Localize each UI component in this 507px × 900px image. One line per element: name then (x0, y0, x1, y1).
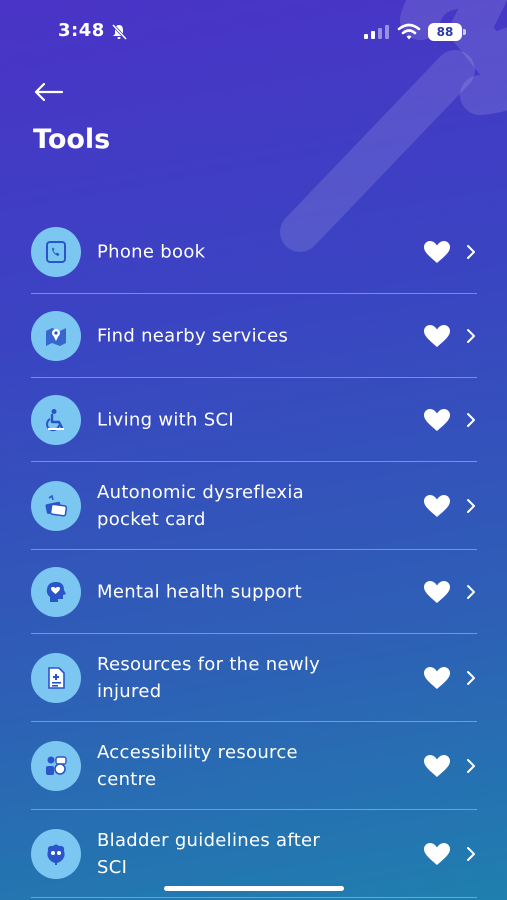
tool-label: Resources for the newly injured (97, 653, 321, 702)
chevron-right-icon (467, 758, 475, 773)
heart-icon[interactable] (423, 842, 451, 866)
document-icon (31, 652, 81, 703)
chevron-right-icon (467, 498, 475, 513)
home-indicator[interactable] (164, 886, 344, 891)
status-bar: 3:48 88 (0, 18, 507, 48)
bell-muted-icon (111, 23, 128, 41)
tool-item-living-with-sci[interactable]: Living with SCI (31, 378, 477, 462)
battery-tip (463, 29, 466, 35)
tool-item-phone-book[interactable]: Phone book (31, 210, 477, 294)
tool-item-bladder-guidelines[interactable]: Bladder guidelines after SCI (31, 810, 477, 898)
phone-book-icon (31, 226, 81, 277)
heart-icon[interactable] (423, 240, 451, 264)
back-arrow-icon[interactable] (30, 78, 70, 108)
tool-item-autonomic-dysreflexia-pocket-card[interactable]: Autonomic dysreflexia pocket card (31, 462, 477, 550)
page-title: Tools (33, 124, 111, 155)
heart-icon[interactable] (423, 666, 451, 690)
heart-icon[interactable] (423, 408, 451, 432)
map-pin-icon (31, 310, 81, 361)
tool-item-mental-health-support[interactable]: Mental health support (31, 550, 477, 634)
wheelchair-icon (31, 394, 81, 445)
wifi-icon (397, 23, 421, 40)
tool-item-find-nearby-services[interactable]: Find nearby services (31, 294, 477, 378)
tool-label: Accessibility resource centre (97, 741, 298, 790)
battery-indicator: 88 (428, 23, 462, 41)
heart-icon[interactable] (423, 494, 451, 518)
tool-label: Bladder guidelines after SCI (97, 829, 321, 878)
chevron-right-icon (467, 328, 475, 343)
cellular-signal-icon (364, 25, 389, 39)
head-heart-icon (31, 566, 81, 617)
heart-icon[interactable] (423, 580, 451, 604)
chevron-right-icon (467, 670, 475, 685)
chevron-right-icon (467, 244, 475, 259)
heart-icon[interactable] (423, 324, 451, 348)
pocket-card-icon (31, 480, 81, 531)
chevron-right-icon (467, 846, 475, 861)
tool-label: Mental health support (97, 581, 302, 602)
accessibility-icon (31, 740, 81, 791)
tools-list: Phone book Find nearby services Living w… (31, 210, 477, 898)
chevron-right-icon (467, 584, 475, 599)
tool-label: Autonomic dysreflexia pocket card (97, 481, 304, 530)
heart-icon[interactable] (423, 754, 451, 778)
tool-label: Living with SCI (97, 409, 234, 430)
tool-label: Phone book (97, 241, 206, 262)
status-time: 3:48 (58, 20, 105, 41)
tool-label: Find nearby services (97, 325, 289, 346)
bladder-icon (31, 828, 81, 879)
chevron-right-icon (467, 412, 475, 427)
tool-item-resources-newly-injured[interactable]: Resources for the newly injured (31, 634, 477, 722)
tool-item-accessibility-resource-centre[interactable]: Accessibility resource centre (31, 722, 477, 810)
